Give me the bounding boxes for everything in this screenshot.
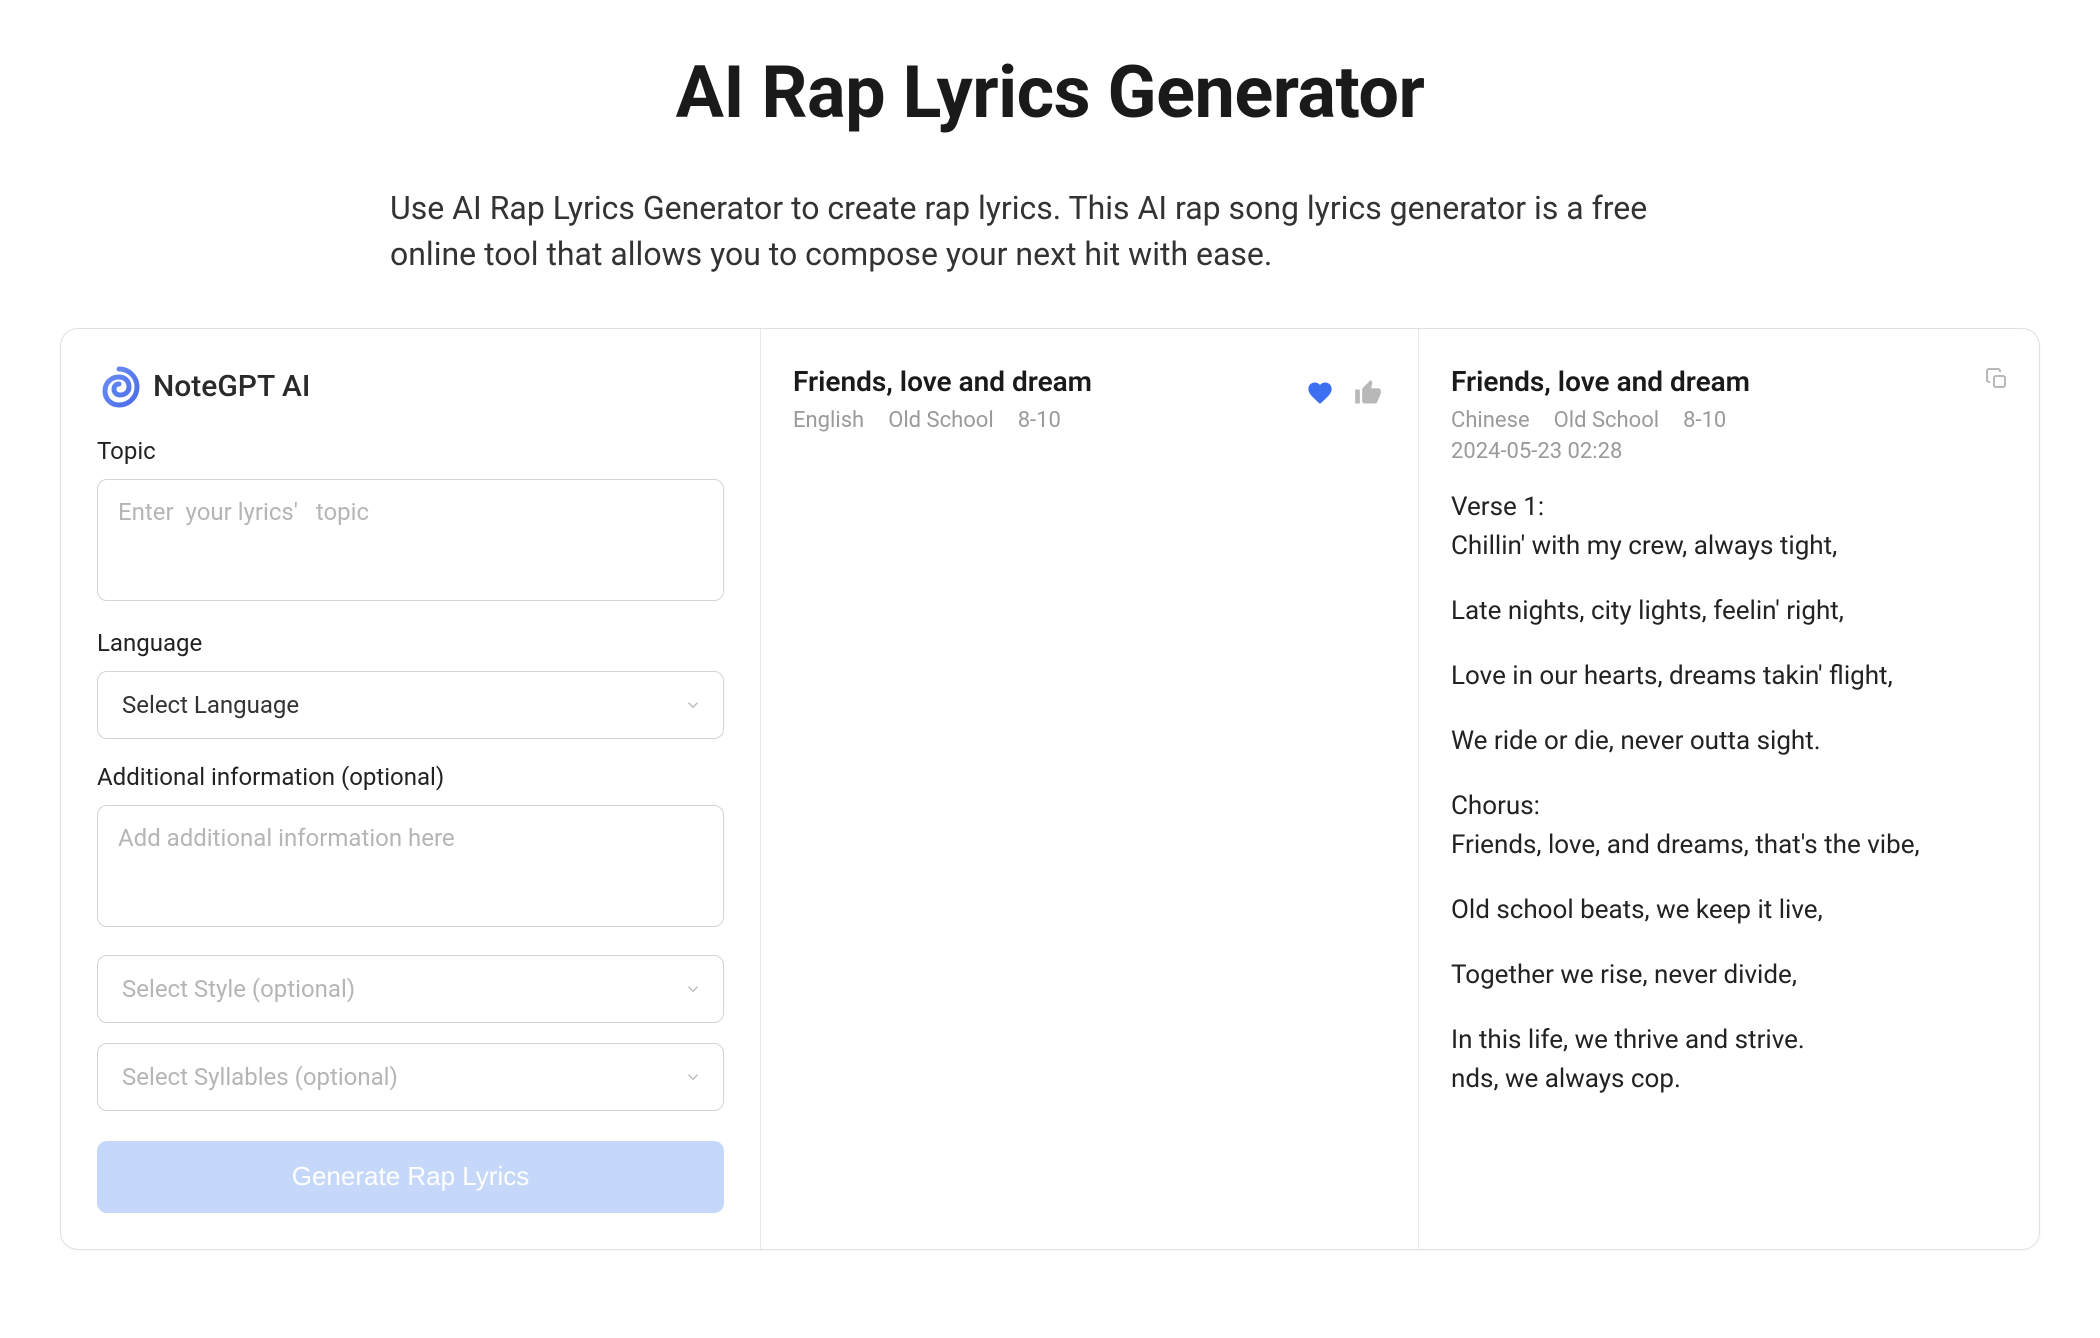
result-syllables: 8-10 <box>1018 408 1061 433</box>
result-language: English <box>793 408 864 433</box>
result-style: Old School <box>888 408 994 433</box>
lyrics-meta: Chinese Old School 8-10 <box>1451 408 1985 433</box>
language-label: Language <box>97 629 724 657</box>
topic-label: Topic <box>97 437 724 465</box>
brand-logo-icon <box>97 365 141 409</box>
lyrics-panel: Friends, love and dream Chinese Old Scho… <box>1419 329 2039 1249</box>
language-select[interactable]: Select Language <box>97 671 724 739</box>
lyrics-syllables: 8-10 <box>1683 408 1726 433</box>
topic-input[interactable] <box>97 479 724 601</box>
result-title: Friends, love and dream <box>793 365 1092 398</box>
main-card: NoteGPT AI Topic Language Select Languag… <box>60 328 2040 1250</box>
lyrics-language: Chinese <box>1451 408 1530 433</box>
additional-input[interactable] <box>97 805 724 927</box>
syllables-select[interactable]: Select Syllables (optional) <box>97 1043 724 1111</box>
result-panel: Friends, love and dream English Old Scho… <box>761 329 1419 1249</box>
page-title: AI Rap Lyrics Generator <box>60 50 2040 135</box>
lyrics-timestamp: 2024-05-23 02:28 <box>1451 439 1985 464</box>
copy-icon[interactable] <box>1985 367 2009 391</box>
lyrics-line: Old school beats, we keep it live, <box>1451 891 2009 930</box>
additional-label: Additional information (optional) <box>97 763 724 791</box>
lyrics-line: Love in our hearts, dreams takin' flight… <box>1451 657 2009 696</box>
brand-row: NoteGPT AI <box>97 365 724 409</box>
lyrics-body: Verse 1: Chillin' with my crew, always t… <box>1451 488 2009 1099</box>
page-subtitle: Use AI Rap Lyrics Generator to create ra… <box>230 185 1870 278</box>
generate-button[interactable]: Generate Rap Lyrics <box>97 1141 724 1213</box>
lyrics-title: Friends, love and dream <box>1451 365 1985 398</box>
lyrics-line: Verse 1: Chillin' with my crew, always t… <box>1451 488 2009 566</box>
lyrics-line: In this life, we thrive and strive. nds,… <box>1451 1021 2009 1099</box>
result-meta: English Old School 8-10 <box>793 408 1092 433</box>
form-panel: NoteGPT AI Topic Language Select Languag… <box>61 329 761 1249</box>
lyrics-style: Old School <box>1554 408 1660 433</box>
style-select[interactable]: Select Style (optional) <box>97 955 724 1023</box>
lyrics-line: Together we rise, never divide, <box>1451 956 2009 995</box>
brand-name: NoteGPT AI <box>153 369 310 404</box>
lyrics-line: We ride or die, never outta sight. <box>1451 722 2009 761</box>
thumbs-up-icon[interactable] <box>1354 379 1382 407</box>
lyrics-line: Chorus: Friends, love, and dreams, that'… <box>1451 787 2009 865</box>
heart-icon[interactable] <box>1306 379 1334 407</box>
lyrics-line: Late nights, city lights, feelin' right, <box>1451 592 2009 631</box>
